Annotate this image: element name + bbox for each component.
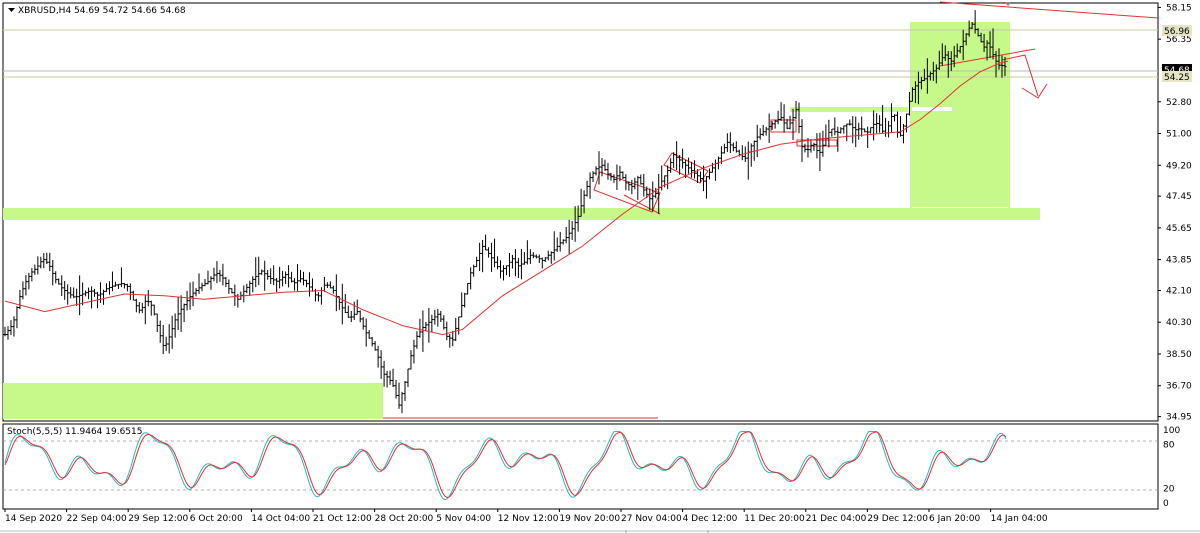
time-tick-label: 11 Dec 20:00	[744, 514, 805, 524]
price-tick-label: 49.20	[1166, 161, 1192, 171]
time-tick-label: 4 Dec 12:00	[683, 514, 738, 524]
price-tick-label: 38.50	[1166, 350, 1192, 360]
price-chart: XBRUSD,H4 54.69 54.72 54.66 54.68 Stoch(…	[0, 1, 1200, 533]
price-tick-label: 40.30	[1166, 318, 1192, 328]
price-tick-label: 51.00	[1166, 130, 1192, 140]
demand-zone-mid	[3, 208, 1040, 220]
time-tick-label: 5 Nov 04:00	[436, 514, 491, 524]
time-tick-label: 29 Sep 12:00	[128, 514, 188, 524]
stoch-axis: 100 80 20 0	[1163, 426, 1180, 509]
time-tick-label: 6 Jan 20:00	[929, 514, 981, 524]
time-tick-label: 14 Sep 2020	[5, 514, 62, 524]
time-tick-label: 6 Oct 20:00	[190, 514, 243, 524]
time-tick-label: 29 Dec 12:00	[867, 514, 928, 524]
stoch-tick-label: 80	[1163, 441, 1175, 451]
time-tick-label: 27 Nov 04:00	[621, 514, 682, 524]
demand-zone-left	[3, 383, 383, 419]
price-tick-label: 42.10	[1166, 286, 1192, 296]
price-tick-label: 34.95	[1166, 413, 1192, 423]
price-tag-54-25: 54.25	[1164, 73, 1190, 83]
stoch-indicator-label: Stoch(5,5,5) 11.9464 19.6515	[7, 427, 142, 437]
time-tick-label: 14 Oct 04:00	[251, 514, 310, 524]
symbol-label: XBRUSD,H4	[18, 6, 71, 16]
price-tick-label: 45.65	[1166, 224, 1192, 234]
time-tick-label: 22 Sep 04:00	[67, 514, 127, 524]
box-dec	[790, 107, 908, 112]
price-tag-56-96: 56.96	[1164, 27, 1190, 37]
time-tick-label: 28 Oct 20:00	[375, 514, 434, 524]
time-tick-label: 21 Dec 04:00	[806, 514, 867, 524]
ohlc-readout: 54.69 54.72 54.66 54.68	[74, 6, 186, 16]
price-tick-label: 36.70	[1166, 382, 1192, 392]
time-tick-label: 12 Nov 12:00	[498, 514, 559, 524]
price-tick-label: 52.80	[1166, 98, 1192, 108]
time-tick-label: 21 Oct 12:00	[313, 514, 372, 524]
price-tick-label: 43.85	[1166, 256, 1192, 266]
time-axis: 14 Sep 2020 22 Sep 04:00 29 Sep 12:00 6 Oct…	[4, 509, 1048, 524]
oscillator-plot-frame	[2, 423, 1159, 510]
price-tick-label: 58.15	[1166, 3, 1192, 13]
stoch-tick-label: 0	[1163, 499, 1169, 509]
stoch-tick-label: 20	[1163, 484, 1175, 494]
price-tick-label: 47.45	[1166, 192, 1192, 202]
stoch-tick-label: 100	[1163, 426, 1180, 436]
time-tick-label: 19 Nov 20:00	[559, 514, 620, 524]
time-tick-label: 14 Jan 04:00	[991, 514, 1048, 524]
